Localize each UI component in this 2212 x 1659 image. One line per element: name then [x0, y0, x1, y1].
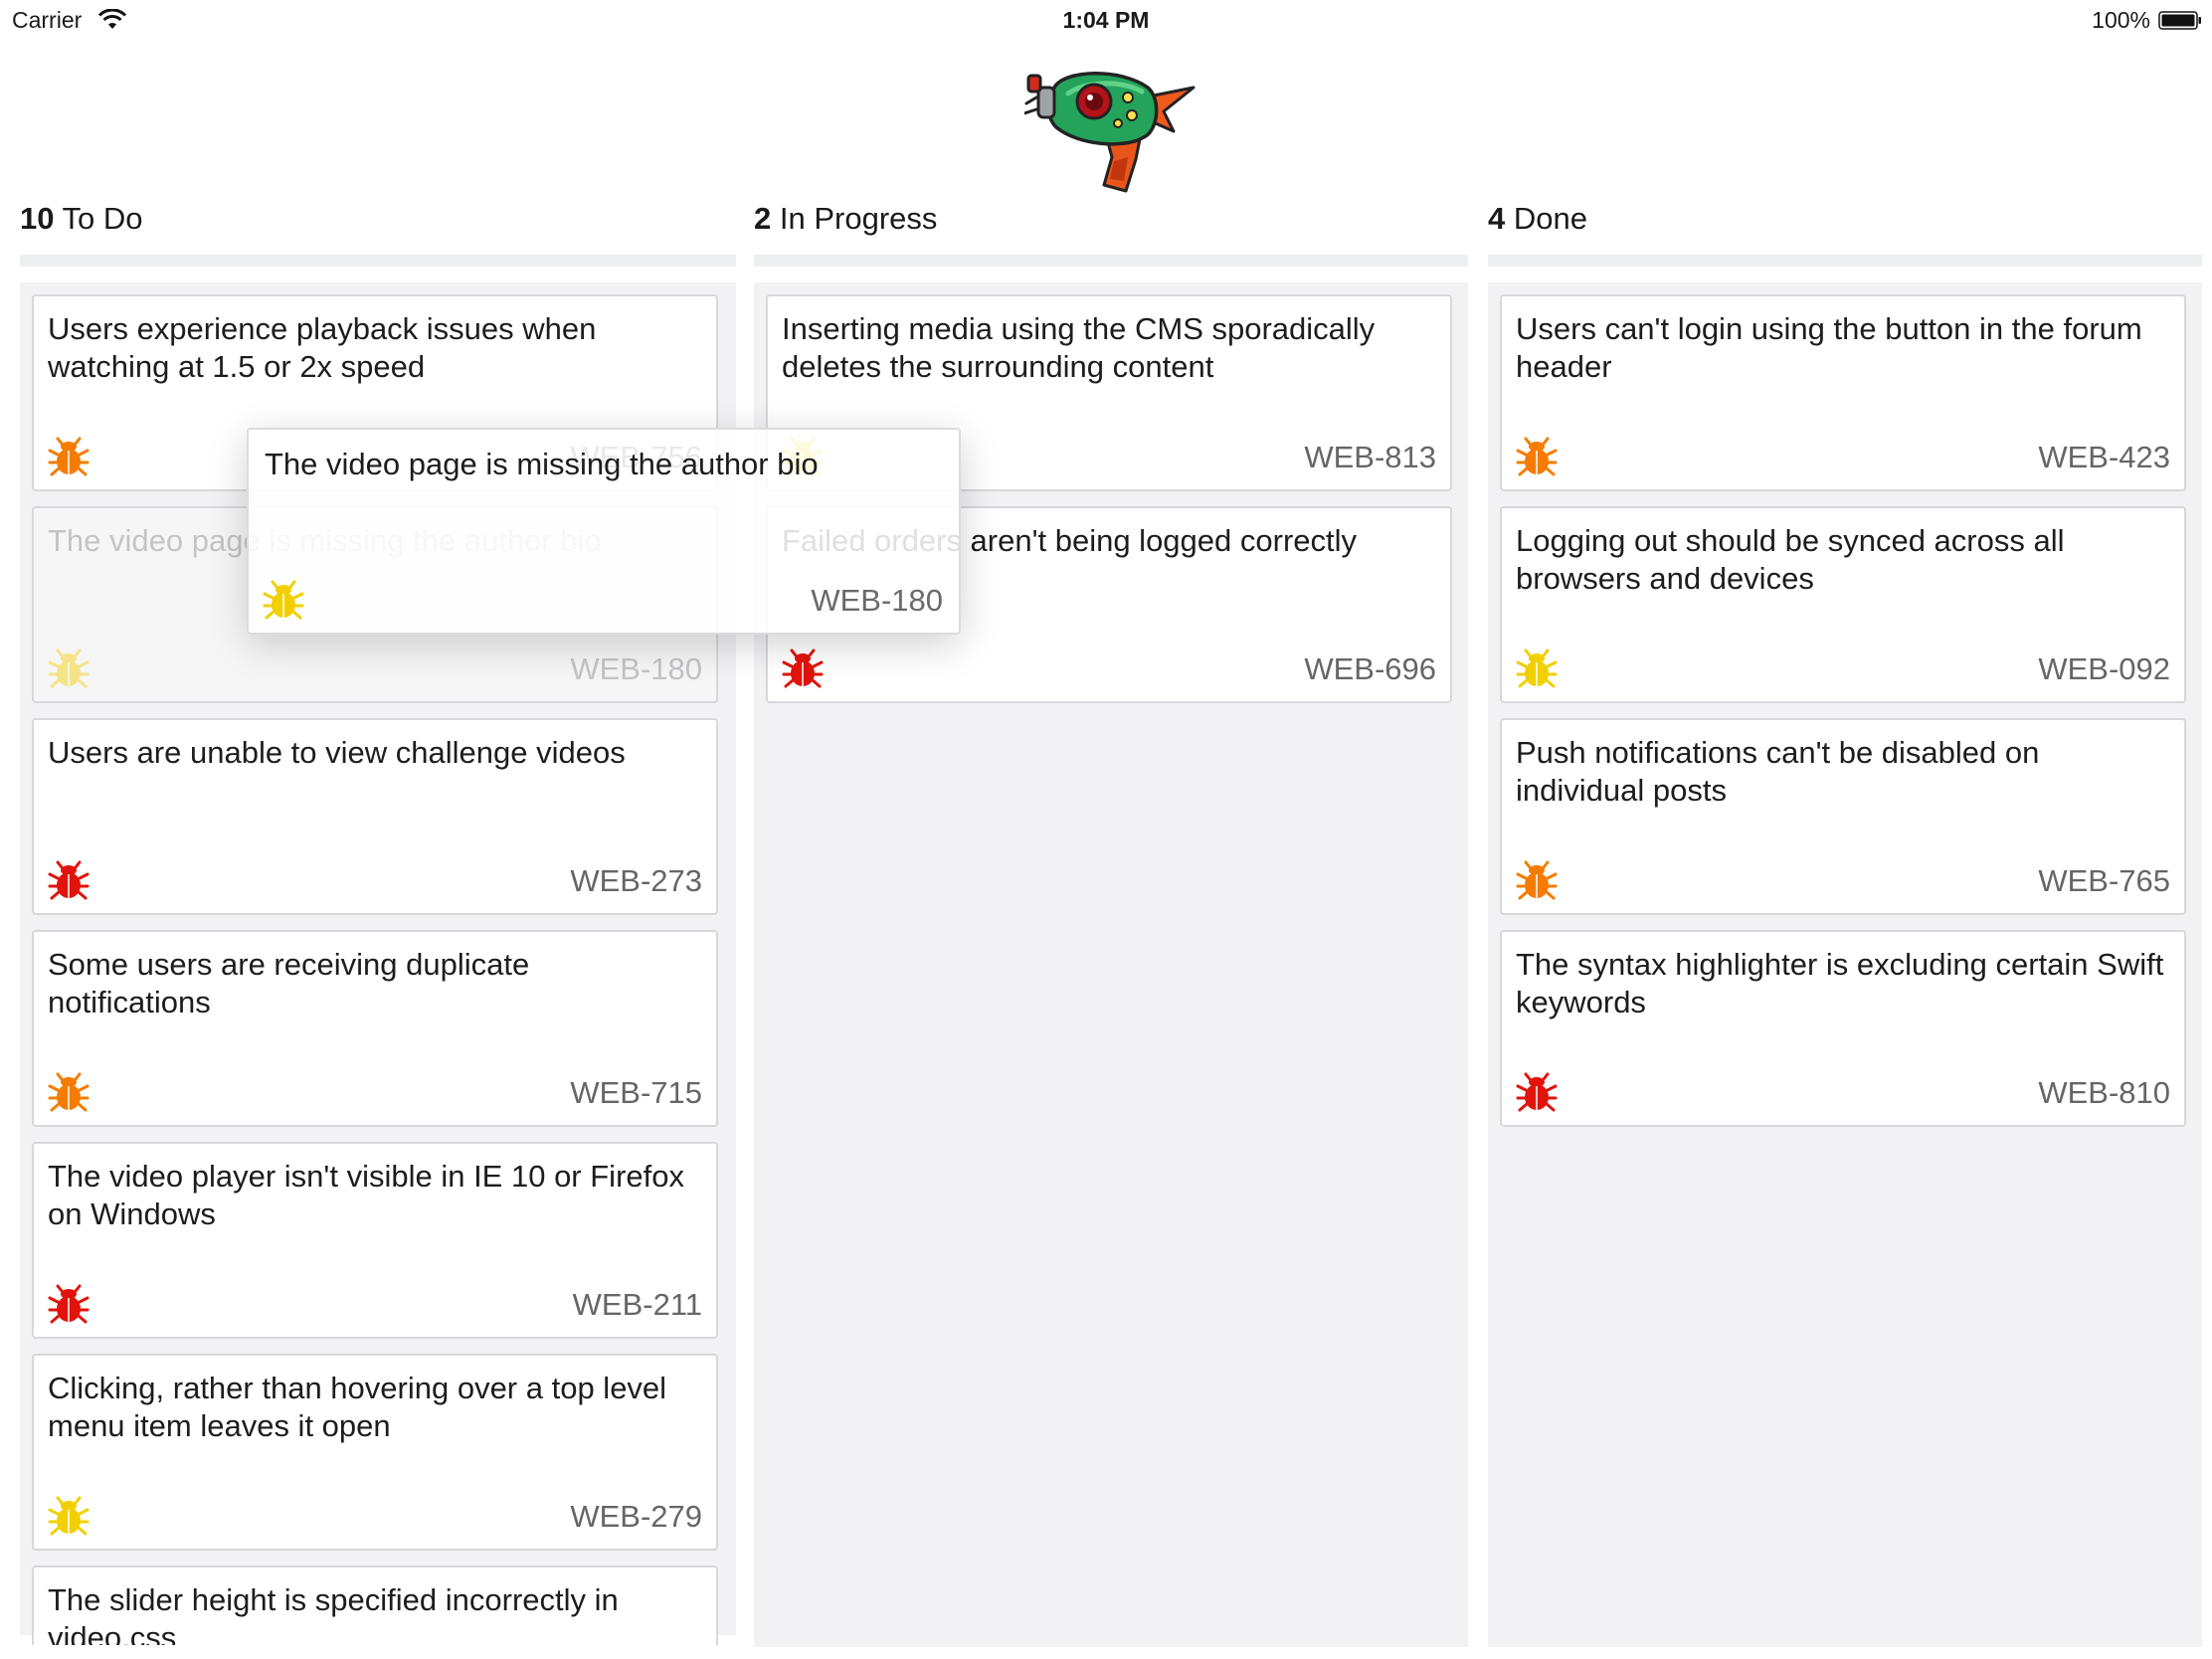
- bug-icon: [48, 1283, 90, 1325]
- column-title: In Progress: [779, 201, 938, 236]
- card-id: WEB-279: [570, 1499, 702, 1534]
- column-count: 2: [754, 201, 772, 236]
- battery-icon: [2158, 11, 2201, 30]
- column-divider: [1488, 255, 2202, 267]
- bug-icon: [48, 859, 90, 901]
- bug-icon: [1516, 647, 1558, 689]
- dragging-issue-card[interactable]: The video page is missing the author bio…: [247, 428, 961, 635]
- card-id: WEB-180: [570, 651, 702, 686]
- column-divider: [754, 255, 1468, 267]
- card-id: WEB-423: [2038, 440, 2170, 474]
- card-title: The slider height is specified incorrect…: [48, 1582, 619, 1645]
- card-title: Users experience playback issues when wa…: [48, 311, 597, 384]
- card-id: WEB-211: [572, 1287, 702, 1322]
- card-id: WEB-765: [2038, 863, 2170, 898]
- column-done[interactable]: Users can't login using the button in th…: [1488, 282, 2202, 1647]
- column-count: 4: [1488, 201, 1506, 236]
- card-title: Users can't login using the button in th…: [1516, 311, 2142, 384]
- card-title: Inserting media using the CMS sporadical…: [782, 311, 1376, 384]
- card-id: WEB-273: [570, 863, 702, 898]
- card-title: Clicking, rather than hovering over a to…: [48, 1371, 667, 1443]
- card-id: WEB-813: [1304, 440, 1436, 474]
- issue-card[interactable]: The syntax highlighter is excluding cert…: [1500, 930, 2186, 1127]
- issue-card[interactable]: Users can't login using the button in th…: [1500, 294, 2186, 491]
- column-header-done: 4 Done: [1488, 201, 1587, 237]
- column-header-todo: 10 To Do: [20, 201, 143, 237]
- bug-icon: [48, 436, 90, 477]
- issue-card[interactable]: The slider height is specified incorrect…: [32, 1566, 718, 1645]
- battery-percentage: 100%: [2092, 7, 2150, 33]
- column-count: 10: [20, 201, 55, 236]
- issue-card[interactable]: Clicking, rather than hovering over a to…: [32, 1354, 718, 1551]
- bug-icon: [48, 1495, 90, 1537]
- column-divider: [20, 255, 736, 267]
- bug-icon: [263, 579, 304, 621]
- column-title: Done: [1513, 201, 1587, 236]
- bug-icon: [1516, 1071, 1558, 1113]
- card-title: Logging out should be synced across all …: [1516, 523, 2065, 596]
- card-title: Push notifications can't be disabled on …: [1516, 735, 2040, 808]
- column-header-in-progress: 2 In Progress: [754, 201, 937, 237]
- issue-card[interactable]: Some users are receiving duplicate notif…: [32, 930, 718, 1127]
- bug-icon: [1516, 436, 1558, 477]
- card-title: The video player isn't visible in IE 10 …: [48, 1159, 684, 1231]
- ray-gun-logo-icon: [1024, 72, 1196, 193]
- card-title: The video page is missing the author bio: [265, 447, 819, 481]
- issue-card[interactable]: Logging out should be synced across all …: [1500, 506, 2186, 703]
- card-id: WEB-092: [2038, 651, 2170, 686]
- issue-card[interactable]: The video player isn't visible in IE 10 …: [32, 1142, 718, 1339]
- bug-icon: [48, 1071, 90, 1113]
- issue-card[interactable]: Users are unable to view challenge video…: [32, 718, 718, 915]
- clock: 1:04 PM: [1062, 7, 1150, 33]
- card-id: WEB-715: [570, 1075, 702, 1110]
- card-title: Users are unable to view challenge video…: [48, 735, 626, 770]
- card-title: The syntax highlighter is excluding cert…: [1516, 947, 2164, 1019]
- issue-card[interactable]: Push notifications can't be disabled on …: [1500, 718, 2186, 915]
- card-id: WEB-696: [1304, 651, 1436, 686]
- card-title: Some users are receiving duplicate notif…: [48, 947, 530, 1019]
- bug-icon: [782, 647, 824, 689]
- bug-icon: [1516, 859, 1558, 901]
- card-id: WEB-180: [811, 583, 943, 618]
- card-id: WEB-810: [2038, 1075, 2170, 1110]
- bug-icon: [48, 647, 90, 689]
- status-bar: Carrier 1:04 PM 100%: [0, 0, 2212, 40]
- column-title: To Do: [62, 201, 143, 236]
